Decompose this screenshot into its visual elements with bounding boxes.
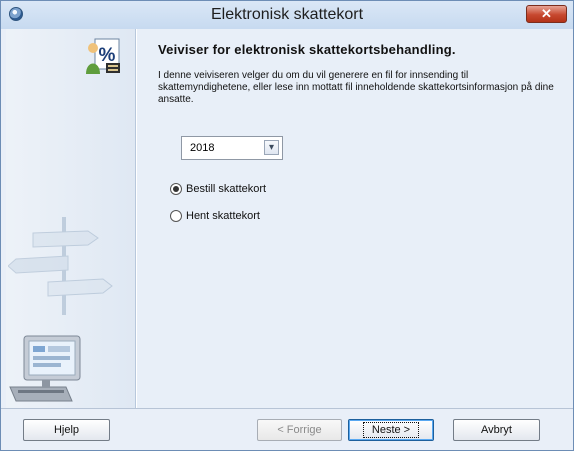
svg-text:%: %: [99, 45, 116, 66]
title-bar[interactable]: Elektronisk skattekort ✕: [1, 1, 573, 29]
wizard-content: % Veiviser for elektronisk skattekortsbe…: [6, 29, 570, 408]
footer-divider: [1, 408, 573, 409]
radio-button-selected[interactable]: [170, 183, 182, 195]
back-label: < Forrige: [277, 424, 322, 436]
side-panel: %: [6, 29, 136, 408]
next-button[interactable]: Neste >: [348, 419, 434, 441]
year-value: 2018: [190, 142, 215, 154]
chevron-down-icon[interactable]: ▾: [264, 140, 279, 155]
back-button[interactable]: < Forrige: [257, 419, 342, 441]
page-heading: Veiviser for elektronisk skattekortsbeha…: [158, 42, 456, 57]
cancel-button[interactable]: Avbryt: [453, 419, 540, 441]
wizard-window: Elektronisk skattekort ✕ % Veiviser for …: [0, 0, 574, 451]
signpost-icon: [8, 217, 113, 315]
main-panel: Veiviser for elektronisk skattekortsbeha…: [137, 29, 570, 408]
year-dropdown[interactable]: 2018 ▾: [181, 136, 283, 160]
close-button[interactable]: ✕: [526, 5, 567, 23]
cancel-label: Avbryt: [481, 424, 512, 436]
tax-card-person-icon: %: [86, 38, 120, 74]
help-label: Hjelp: [53, 424, 80, 436]
radio-label-hent: Hent skattekort: [186, 210, 260, 222]
page-description: I denne veiviseren velger du om du vil g…: [158, 70, 554, 105]
next-label: Neste >: [362, 422, 420, 438]
radio-bestill[interactable]: Bestill skattekort: [170, 183, 266, 195]
window-title: Elektronisk skattekort: [210, 6, 364, 23]
radio-button[interactable]: [170, 210, 182, 222]
help-button[interactable]: Hjelp: [23, 419, 110, 441]
computer-icon: [9, 335, 81, 402]
radio-label-bestill: Bestill skattekort: [186, 183, 267, 195]
radio-hent[interactable]: Hent skattekort: [170, 210, 260, 222]
